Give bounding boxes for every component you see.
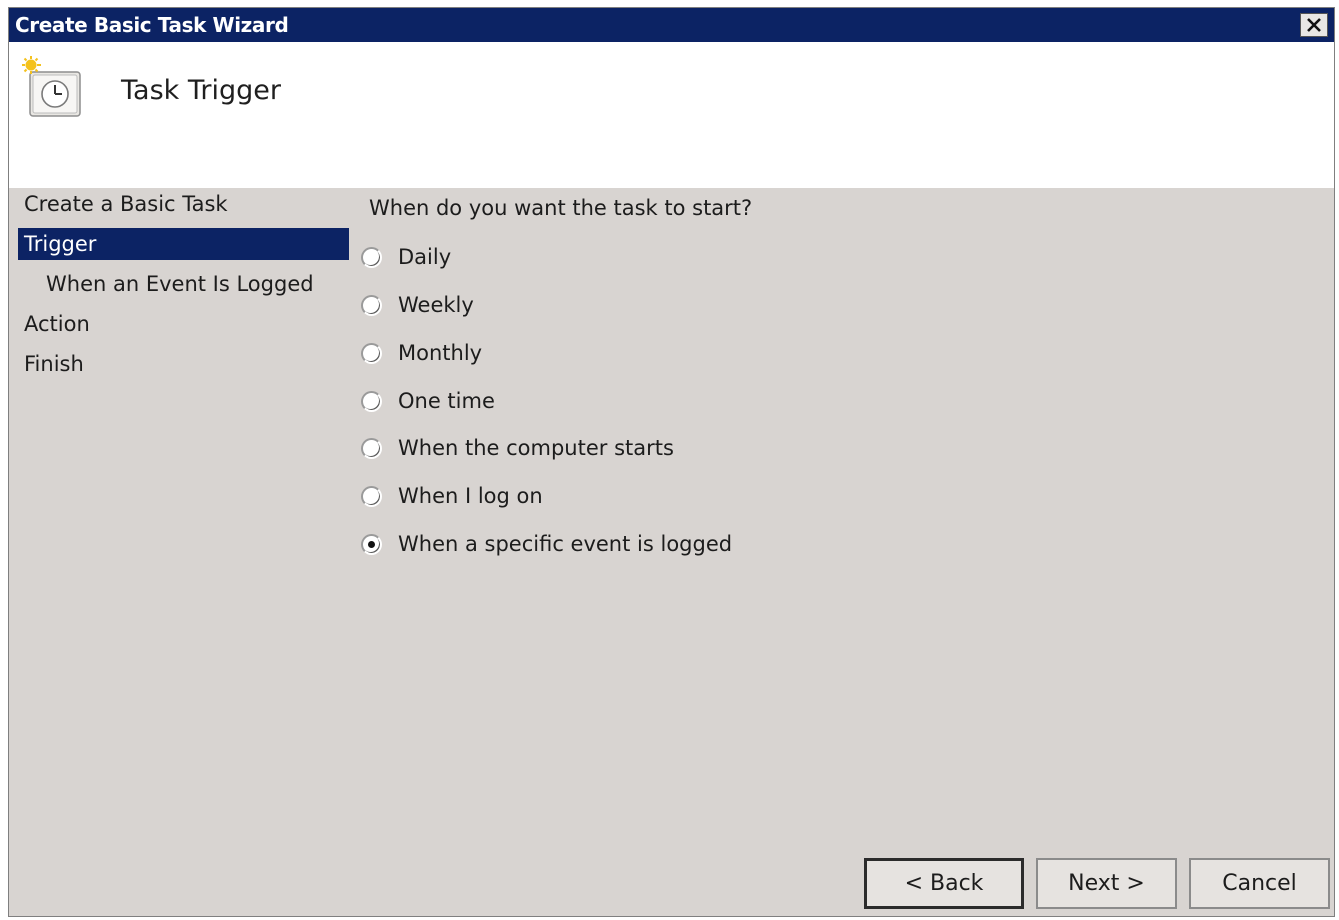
radio-monthly[interactable]: Monthly [361,336,482,370]
radio-button[interactable] [361,390,382,412]
radio-label: When I log on [398,484,543,508]
radio-button[interactable] [361,485,382,507]
radio-label: Monthly [398,341,483,365]
radio-log-on[interactable]: When I log on [361,479,543,513]
step-action[interactable]: Action [18,308,349,340]
close-icon [1307,18,1321,32]
radio-specific-event[interactable]: When a specific event is logged [361,527,732,561]
radio-button-checked[interactable] [361,533,382,555]
title-bar[interactable]: Create Basic Task Wizard [9,8,1334,42]
trigger-prompt: When do you want the task to start? [369,196,753,220]
next-button[interactable]: Next > [1036,858,1177,909]
radio-label: One time [398,389,495,413]
radio-daily[interactable]: Daily [361,240,451,274]
radio-label: Weekly [398,293,474,317]
cancel-button[interactable]: Cancel [1189,858,1330,909]
step-finish[interactable]: Finish [18,348,349,380]
wizard-window: Create Basic Task Wizard Task Trigger Cr… [8,7,1335,917]
back-button[interactable]: < Back [864,858,1024,909]
close-button[interactable] [1300,13,1328,37]
radio-button[interactable] [361,246,382,268]
radio-weekly[interactable]: Weekly [361,288,474,322]
radio-label: Daily [398,245,452,269]
page-title: Task Trigger [121,75,281,106]
step-create-basic-task[interactable]: Create a Basic Task [18,188,349,220]
radio-one-time[interactable]: One time [361,384,495,418]
task-clock-icon [22,56,81,117]
radio-button[interactable] [361,294,382,316]
radio-label: When a specific event is logged [398,532,733,556]
radio-label: When the computer starts [398,436,674,460]
step-when-an-event-is-logged[interactable]: When an Event Is Logged [18,268,349,300]
window-title: Create Basic Task Wizard [15,13,289,37]
wizard-header: Task Trigger [9,42,1334,188]
wizard-steps: Create a Basic Task Trigger When an Even… [9,188,354,608]
step-trigger[interactable]: Trigger [18,228,349,260]
radio-button[interactable] [361,437,382,459]
radio-button[interactable] [361,342,382,364]
radio-computer-starts[interactable]: When the computer starts [361,431,674,465]
